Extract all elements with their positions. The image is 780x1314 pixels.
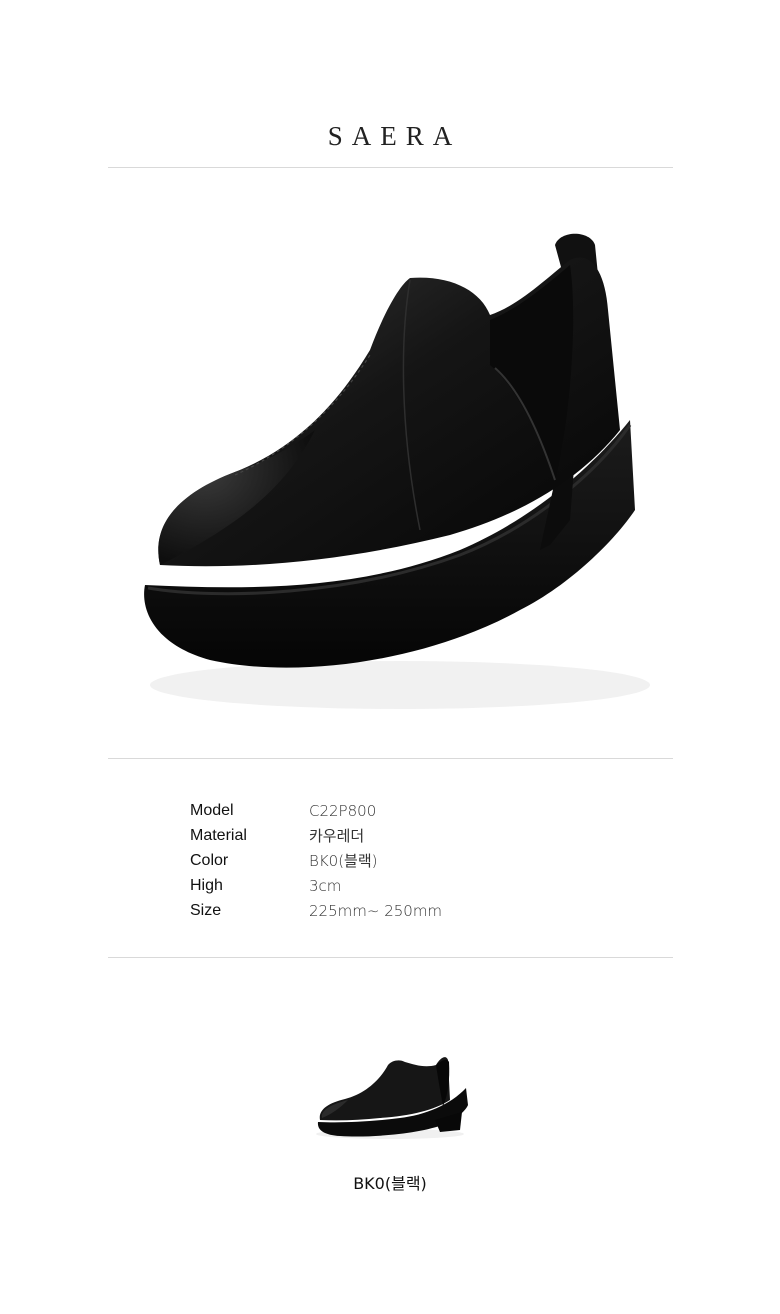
spec-value: 3cm [309, 876, 342, 895]
spec-row-high: High 3cm [190, 873, 590, 898]
product-hero-image [144, 233, 650, 709]
spec-label: Color [190, 851, 229, 869]
divider-top [108, 167, 673, 168]
spec-value: BK0(블랙) [309, 852, 378, 870]
spec-row-color: Color BK0(블랙) [190, 848, 590, 873]
spec-table: Model C22P800 Material 카우레더 Color BK0(블랙… [190, 798, 590, 923]
spec-label: Material [190, 826, 247, 844]
brand-logo: SAERA [327, 121, 462, 151]
divider-bottom [108, 957, 673, 958]
spec-row-model: Model C22P800 [190, 798, 590, 823]
spec-row-material: Material 카우레더 [190, 823, 590, 848]
divider-middle [108, 758, 673, 759]
color-swatch-image[interactable] [310, 1050, 472, 1140]
spec-label: Model [190, 801, 234, 819]
spec-label: Size [190, 901, 222, 919]
spec-value: C22P800 [309, 801, 377, 820]
spec-label: High [190, 876, 223, 894]
spec-value: 카우레더 [309, 827, 365, 845]
spec-value: 225mm~ 250mm [309, 901, 443, 920]
color-swatch-label: BK0(블랙) [353, 1174, 427, 1193]
spec-row-size: Size 225mm~ 250mm [190, 898, 590, 923]
